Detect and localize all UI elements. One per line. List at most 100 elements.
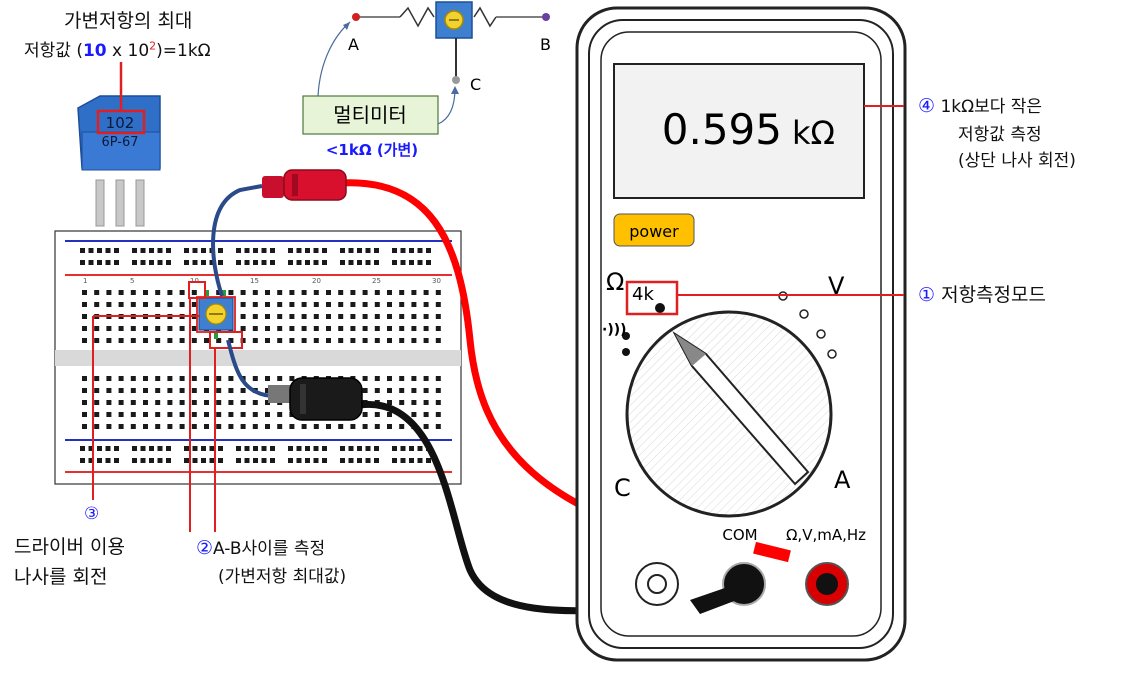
breadboard-hole [130,302,136,307]
breadboard-hole [157,458,163,463]
breadboard-hole [350,338,356,343]
breadboard-hole [265,302,270,307]
breadboard-hole [252,376,258,381]
breadboard-hole [348,260,354,265]
breadboard-hole [426,260,431,265]
breadboard-hole [191,412,197,417]
dial-amp-label: A [834,466,851,494]
breadboard-hole [348,458,354,463]
breadboard-hole [253,248,258,253]
breadboard-hole [157,446,163,451]
breadboard-hole [118,302,124,307]
breadboard-hole [184,446,189,451]
rotary-dial[interactable] [625,310,833,518]
breadboard-hole [348,446,354,451]
breadboard-hole [409,260,414,265]
breadboard-hole [277,326,283,331]
callout-step4-line3: (상단 나사 회전) [958,151,1076,171]
breadboard-hole [400,260,406,265]
breadboard-hole [94,412,100,417]
breadboard-hole [253,458,258,463]
breadboard-hole [296,248,302,253]
breadboard-hole [105,446,111,451]
breadboard-hole [179,290,185,295]
breadboard-hole [82,376,87,381]
breadboard-hole [365,446,371,451]
breadboard: 1 5 10 15 20 25 30 [54,230,462,485]
breadboard-hole [357,248,362,253]
breadboard-hole [114,458,119,463]
breadboard-hole [435,290,441,295]
breadboard-hole [277,290,283,295]
breadboard-hole [411,314,417,319]
breadboard-hole [411,376,417,381]
breadboard-hole [253,260,258,265]
breadboard-hole [305,446,310,451]
breadboard-hole [350,314,356,319]
callout-step1: ① 저항측정모드 [918,284,1046,306]
breadboard-hole [106,326,112,331]
breadboard-hole [118,400,124,405]
breadboard-hole [277,338,283,343]
breadboard-hole [374,260,379,265]
breadboard-hole [228,376,234,381]
breadboard-hole [399,302,405,307]
callout-step4-line2: 저항값 측정 [958,125,1042,145]
breadboard-hole [191,338,197,343]
breadboard-hole [130,424,136,429]
breadboard-hole [411,388,417,393]
callout-step2-line2: (가변저항 최대값) [218,567,347,587]
breadboard-hole [130,388,136,393]
node-c-dot [452,76,460,84]
breadboard-hole [130,376,136,381]
breadboard-hole [417,260,423,265]
breadboard-hole [313,314,319,319]
breadboard-hole [270,458,275,463]
breadboard-hole [289,424,295,429]
breadboard-hole [201,248,206,253]
breadboard-hole [400,248,406,253]
breadboard-hole [82,326,87,331]
callout-step3-line1: 드라이버 이용 [14,536,125,558]
breadboard-hole [340,248,345,253]
breadboard-hole [423,326,429,331]
breadboard-hole [105,458,111,463]
breadboard-hole [106,400,112,405]
breadboard-hole [155,424,161,429]
breadboard-hole [423,290,429,295]
breadboard-hole [365,260,371,265]
breadboard-hole [252,302,258,307]
breadboard-hole [106,388,112,393]
breadboard-hole [374,376,380,381]
breadboard-hole [236,458,241,463]
breadboard-hole [392,446,397,451]
breadboard-hole [167,412,173,417]
breadboard-hole [157,260,163,265]
breadboard-hole [265,424,270,429]
breadboard-hole [326,290,331,295]
breadboard-hole [399,326,405,331]
breadboard-hole [411,338,417,343]
breadboard-hole [155,412,161,417]
max-resistance-title: 가변저항의 최대 [64,10,193,32]
display-unit: kΩ [792,114,835,152]
breadboard-hole [204,400,209,405]
breadboard-hole [105,260,111,265]
potentiometer-photo: 102 6P-67 [77,62,161,227]
breadboard-hole [82,302,87,307]
breadboard-hole [143,338,148,343]
breadboard-hole [435,400,441,405]
breadboard-hole [350,424,356,429]
breadboard-hole [357,260,362,265]
breadboard-hole [88,248,94,253]
breadboard-hole [387,314,392,319]
breadboard-hole [82,338,87,343]
breadboard-hole [240,412,246,417]
breadboard-hole [305,458,310,463]
breadboard-hole [149,446,154,451]
breadboard-hole [82,388,87,393]
schematic: A B C 멀티미터 <1kΩ (가변) [302,1,551,159]
breadboard-hole [423,338,429,343]
breadboard-hole [313,290,319,295]
breadboard-hole [365,458,371,463]
